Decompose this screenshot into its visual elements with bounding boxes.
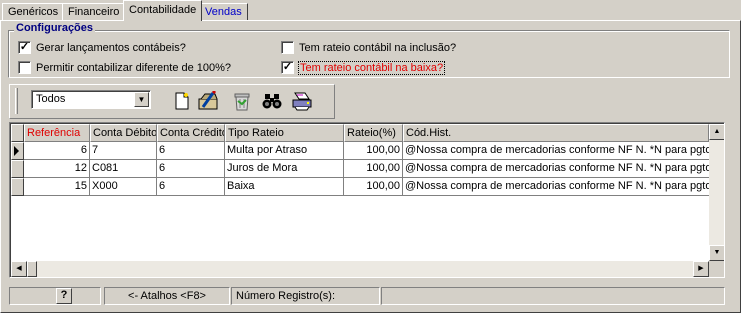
grid-corner-header <box>11 124 24 142</box>
chevron-down-icon[interactable]: ▼ <box>134 92 149 107</box>
print-icon <box>292 92 312 111</box>
checkbox-rateio-baixa[interactable]: ✓ Tem rateio contábil na baixa? <box>281 60 446 75</box>
checkbox-gerar-lancamentos[interactable]: ✓ Gerar lançamentos contábeis? <box>18 41 186 54</box>
table-cell[interactable]: @Nossa compra de mercadorias conforme NF… <box>403 160 709 178</box>
table-cell[interactable]: @Nossa compra de mercadorias conforme NF… <box>403 178 709 196</box>
scroll-up-icon[interactable]: ▲ <box>709 124 724 140</box>
table-cell[interactable]: Multa por Atraso <box>225 142 344 160</box>
table-cell[interactable]: @Nossa compra de mercadorias conforme NF… <box>403 142 709 160</box>
column-header-conta-debito[interactable]: Conta Débito <box>90 124 157 142</box>
status-shortcuts[interactable]: <- Atalhos <F8> <box>104 287 230 305</box>
table-cell[interactable]: 6 <box>157 160 225 178</box>
checkbox-box[interactable]: ✓ <box>281 61 294 74</box>
scroll-left-icon[interactable]: ◀ <box>11 261 27 277</box>
help-icon: ? <box>60 289 68 301</box>
tab-vendas[interactable]: Vendas <box>199 3 248 21</box>
tab-strip: Genéricos Financeiro Contabilidade Venda… <box>0 0 741 22</box>
row-indicator[interactable] <box>11 178 24 196</box>
column-header-rateio[interactable]: Rateio(%) <box>344 124 403 142</box>
column-header-cod-hist[interactable]: Cód.Hist. <box>403 124 709 142</box>
checkbox-rateio-inclusao[interactable]: Tem rateio contábil na inclusão? <box>281 41 456 54</box>
status-panel-help <box>9 287 101 305</box>
help-button[interactable]: ? <box>56 288 72 304</box>
edit-button[interactable] <box>197 90 221 112</box>
table-cell[interactable]: 100,00 <box>344 160 403 178</box>
tab-genericos[interactable]: Genéricos <box>2 3 65 21</box>
status-panel-empty <box>381 287 725 305</box>
scrollbar-corner <box>709 261 724 277</box>
filter-combo[interactable]: Todos ▼ <box>31 90 151 109</box>
table-cell[interactable]: 15 <box>24 178 90 196</box>
trash-icon <box>234 93 250 111</box>
scroll-right-icon[interactable]: ▶ <box>693 261 709 277</box>
vertical-scrollbar[interactable]: ▲ ▼ <box>709 124 724 261</box>
new-document-icon <box>175 92 189 110</box>
delete-button[interactable] <box>230 90 254 112</box>
table-cell[interactable]: 7 <box>90 142 157 160</box>
scroll-down-icon[interactable]: ▼ <box>709 245 724 261</box>
checkbox-box[interactable] <box>281 41 294 54</box>
tab-contabilidade[interactable]: Contabilidade <box>123 0 203 21</box>
table-cell[interactable]: 6 <box>157 142 225 160</box>
row-indicator-current[interactable] <box>11 142 24 160</box>
table-cell[interactable]: X000 <box>90 178 157 196</box>
table-cell[interactable]: C081 <box>90 160 157 178</box>
config-title: Configurações <box>14 22 96 34</box>
horizontal-scroll-thumb[interactable] <box>27 261 37 277</box>
checkbox-box[interactable] <box>18 61 31 74</box>
table-cell[interactable]: Juros de Mora <box>225 160 344 178</box>
column-header-referencia[interactable]: Referência <box>24 124 90 142</box>
table-cell[interactable]: 6 <box>157 178 225 196</box>
new-button[interactable] <box>170 90 194 112</box>
horizontal-scrollbar[interactable]: ◀ ▶ <box>11 261 709 277</box>
binoculars-icon <box>262 94 282 109</box>
column-header-conta-credito[interactable]: Conta Crédito <box>157 124 225 142</box>
status-records: Número Registro(s): <box>231 287 380 305</box>
edit-icon <box>198 91 218 110</box>
table-cell[interactable]: Baixa <box>225 178 344 196</box>
table-cell[interactable]: 12 <box>24 160 90 178</box>
data-grid[interactable]: Referência Conta Débito Conta Crédito Ti… <box>9 122 725 278</box>
checkbox-box[interactable]: ✓ <box>18 41 31 54</box>
print-button[interactable] <box>290 90 314 112</box>
filter-combo-value: Todos <box>36 93 66 105</box>
toolbar-grip[interactable] <box>15 88 18 114</box>
column-header-tipo-rateio[interactable]: Tipo Rateio <box>225 124 344 142</box>
table-cell[interactable]: 6 <box>24 142 90 160</box>
search-button[interactable] <box>260 90 284 112</box>
tab-financeiro[interactable]: Financeiro <box>62 3 126 21</box>
row-indicator[interactable] <box>11 160 24 178</box>
table-cell[interactable]: 100,00 <box>344 142 403 160</box>
row-pointer-icon <box>14 146 19 156</box>
checkbox-permitir-contabilizar[interactable]: Permitir contabilizar diferente de 100%? <box>18 61 231 74</box>
table-cell[interactable]: 100,00 <box>344 178 403 196</box>
